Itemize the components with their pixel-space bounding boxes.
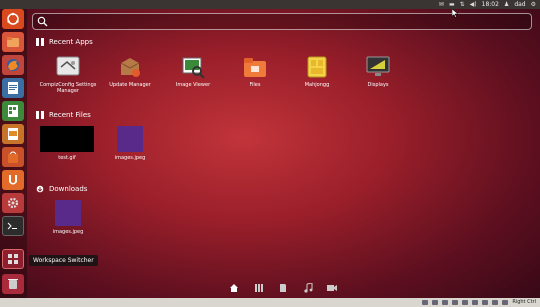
image-viewer-icon xyxy=(180,55,206,79)
workspace-switcher-icon[interactable] xyxy=(2,249,24,269)
files-icon xyxy=(242,55,268,79)
bottom-panel: Right Ctrl xyxy=(0,298,540,307)
app-label: Displays xyxy=(367,82,389,88)
file-label: test.gif xyxy=(58,155,76,161)
section-downloads[interactable]: Downloads xyxy=(36,184,87,194)
shared-folder-icon xyxy=(452,300,459,305)
network-icon[interactable]: ⇅ xyxy=(460,0,465,9)
usb-icon xyxy=(442,300,449,305)
battery-icon[interactable]: ▬ xyxy=(449,0,455,9)
mail-icon[interactable]: ✉ xyxy=(439,0,444,9)
applications-icon[interactable] xyxy=(253,282,265,294)
host-key-label: Right Ctrl xyxy=(512,299,536,305)
file-label: images.jpeg xyxy=(52,229,84,235)
disk-icon xyxy=(422,300,429,305)
app-tile-update-manager[interactable]: Update Manager xyxy=(100,55,160,88)
section-title: Recent Apps xyxy=(49,38,93,46)
app-tile-mahjongg[interactable]: Mahjongg xyxy=(287,55,347,88)
display-icon xyxy=(472,300,479,305)
ubuntu-one-icon[interactable] xyxy=(2,170,24,190)
network-adapter-icon xyxy=(462,300,469,305)
app-label: Image Viewer xyxy=(175,82,211,88)
app-label: CompizConfig Settings Manager xyxy=(39,82,97,94)
mouse-integration-icon xyxy=(502,300,509,305)
search-icon xyxy=(37,16,48,27)
files-launcher-icon[interactable] xyxy=(2,32,24,52)
recording-icon xyxy=(482,300,489,305)
optical-drive-icon xyxy=(432,300,439,305)
writer-icon[interactable] xyxy=(2,78,24,98)
app-tile-image-viewer[interactable]: Image Viewer xyxy=(163,55,223,88)
trash-icon[interactable] xyxy=(2,274,24,294)
software-center-icon[interactable] xyxy=(2,147,24,167)
workspace-switcher-tooltip: Workspace Switcher xyxy=(29,255,98,266)
compizconfig-icon xyxy=(55,55,81,79)
video-icon[interactable] xyxy=(326,282,338,294)
files-icon[interactable] xyxy=(277,282,289,294)
clock[interactable]: 18:02 xyxy=(482,0,499,9)
username[interactable]: dad xyxy=(514,0,525,9)
section-title: Downloads xyxy=(49,185,88,193)
vm-status-icons: Right Ctrl xyxy=(422,298,536,307)
file-thumbnail xyxy=(40,126,94,152)
system-settings-icon[interactable] xyxy=(2,193,24,213)
file-label: images.jpeg xyxy=(114,155,146,161)
cpu-icon xyxy=(492,300,499,305)
home-icon[interactable] xyxy=(228,282,240,294)
section-title: Recent Files xyxy=(49,111,91,119)
user-icon[interactable]: ♟ xyxy=(504,0,509,9)
indicator-area: ✉ ▬ ⇅ ◀) 18:02 ♟ dad ⚙ xyxy=(439,0,536,9)
firefox-icon[interactable] xyxy=(2,55,24,75)
top-panel: ✉ ▬ ⇅ ◀) 18:02 ♟ dad ⚙ xyxy=(0,0,540,9)
apps-section-icon xyxy=(36,38,44,46)
music-icon[interactable] xyxy=(302,282,314,294)
displays-icon xyxy=(365,55,391,79)
mahjongg-icon xyxy=(304,55,330,79)
update-manager-icon xyxy=(117,55,143,79)
file-thumbnail xyxy=(55,200,81,226)
file-tile-download-images-jpeg[interactable]: images.jpeg xyxy=(42,200,94,235)
volume-icon[interactable]: ◀) xyxy=(470,0,477,9)
file-tile-images-jpeg[interactable]: images.jpeg xyxy=(104,126,156,161)
file-thumbnail xyxy=(117,126,143,152)
app-label: Mahjongg xyxy=(304,82,330,88)
mouse-cursor-icon xyxy=(452,9,459,18)
app-tile-compizconfig[interactable]: CompizConfig Settings Manager xyxy=(38,55,98,94)
launcher xyxy=(0,9,27,298)
file-tile-test-gif[interactable]: test.gif xyxy=(38,126,96,161)
downloads-section-icon xyxy=(36,185,44,193)
app-tile-files[interactable]: Files xyxy=(225,55,285,88)
section-recent-files[interactable]: Recent Files xyxy=(36,110,91,120)
impress-icon[interactable] xyxy=(2,124,24,144)
app-tile-displays[interactable]: Displays xyxy=(348,55,408,88)
app-label: Files xyxy=(249,82,261,88)
app-label: Update Manager xyxy=(109,82,151,88)
lens-bar xyxy=(220,280,350,296)
files-section-icon xyxy=(36,111,44,119)
calc-icon[interactable] xyxy=(2,101,24,121)
section-recent-apps[interactable]: Recent Apps xyxy=(36,37,93,47)
terminal-icon[interactable] xyxy=(2,216,24,236)
dash-home-icon[interactable] xyxy=(2,9,24,29)
gear-icon[interactable]: ⚙ xyxy=(531,0,536,9)
